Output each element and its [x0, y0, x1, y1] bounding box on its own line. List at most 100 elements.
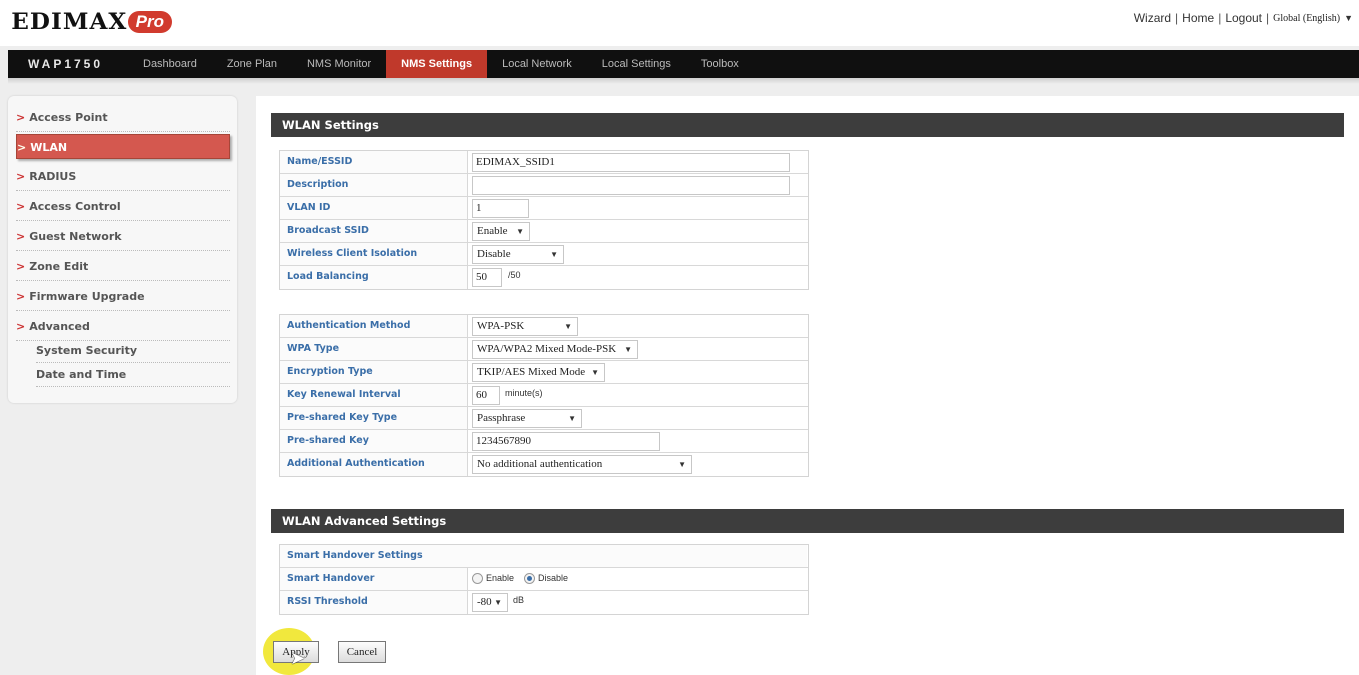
- field-label: WPA Type: [280, 338, 468, 360]
- load-balancing-input[interactable]: 50: [472, 268, 502, 287]
- select-value: Disable: [477, 248, 511, 260]
- chevron-down-icon: ▼: [591, 368, 599, 377]
- table-row: Authentication Method WPA-PSK ▼: [280, 315, 808, 338]
- field-label: Key Renewal Interval: [280, 384, 468, 406]
- sidebar-item-label: Access Control: [29, 200, 121, 213]
- enable-label: Enable: [486, 573, 515, 583]
- essid-input[interactable]: EDIMAX_SSID1: [472, 153, 790, 172]
- chevron-right-icon: >: [16, 290, 26, 303]
- language-select[interactable]: Global (English): [1273, 13, 1340, 24]
- rssi-threshold-select[interactable]: -80 ▼: [472, 593, 508, 612]
- brand-badge: Pro: [127, 11, 172, 33]
- chevron-down-icon: ▼: [550, 250, 558, 259]
- sidebar-item-zone-edit[interactable]: > Zone Edit: [16, 253, 230, 281]
- select-value: WPA-PSK: [477, 320, 525, 332]
- sidebar-item-radius[interactable]: > RADIUS: [16, 163, 230, 191]
- field-label: Name/ESSID: [280, 151, 468, 173]
- psk-type-select[interactable]: Passphrase ▼: [472, 409, 582, 428]
- nav-divider: [8, 78, 1359, 84]
- pre-shared-key-input[interactable]: 1234567890: [472, 432, 660, 451]
- description-input[interactable]: [472, 176, 790, 195]
- brand-name: EDIMAX: [11, 9, 128, 35]
- cancel-button[interactable]: Cancel: [338, 641, 386, 663]
- table-row: Smart Handover Enable Disable: [280, 568, 808, 591]
- tab-nms-monitor[interactable]: NMS Monitor: [292, 50, 386, 78]
- table-row: Broadcast SSID Enable ▼: [280, 220, 808, 243]
- table-row: Pre-shared Key 1234567890: [280, 430, 808, 453]
- field-label: Encryption Type: [280, 361, 468, 383]
- sidebar-item-guest-network[interactable]: > Guest Network: [16, 223, 230, 251]
- client-isolation-select[interactable]: Disable ▼: [472, 245, 564, 264]
- logout-link[interactable]: Logout: [1225, 11, 1262, 25]
- sidebar-item-advanced[interactable]: > Advanced: [16, 313, 230, 341]
- field-label: Additional Authentication: [280, 453, 468, 476]
- sidebar-subitem-date-and-time[interactable]: Date and Time: [36, 363, 230, 387]
- disable-label: Disable: [538, 573, 569, 583]
- tab-local-network[interactable]: Local Network: [487, 50, 587, 78]
- sidebar-item-firmware-upgrade[interactable]: > Firmware Upgrade: [16, 283, 230, 311]
- header: EDIMAX Pro Wizard | Home | Logout | Glob…: [0, 0, 1359, 46]
- mouse-pointer-icon: ➤: [290, 648, 306, 669]
- sidebar-subitem-system-security[interactable]: System Security: [36, 339, 230, 363]
- top-links: Wizard | Home | Logout | Global (English…: [1134, 11, 1353, 25]
- table-row: Description: [280, 174, 808, 197]
- smart-handover-disable-radio[interactable]: [524, 573, 535, 584]
- additional-auth-select[interactable]: No additional authentication ▼: [472, 455, 692, 474]
- table-row: Key Renewal Interval 60 minute(s): [280, 384, 808, 407]
- sidebar-item-label: Access Point: [29, 111, 108, 124]
- chevron-right-icon: >: [16, 200, 26, 213]
- chevron-down-icon[interactable]: ▼: [1344, 13, 1353, 23]
- chevron-down-icon: ▼: [494, 598, 502, 607]
- table-row: Smart Handover Settings: [280, 545, 808, 568]
- separator: |: [1175, 11, 1179, 25]
- wpa-type-select[interactable]: WPA/WPA2 Mixed Mode-PSK ▼: [472, 340, 638, 359]
- select-value: -80: [477, 596, 492, 608]
- wizard-link[interactable]: Wizard: [1134, 11, 1171, 25]
- sidebar-item-label: RADIUS: [29, 170, 77, 183]
- field-label: Smart Handover: [280, 568, 468, 590]
- field-label: Broadcast SSID: [280, 220, 468, 242]
- table-row: Wireless Client Isolation Disable ▼: [280, 243, 808, 266]
- sidebar-item-label: Zone Edit: [29, 260, 89, 273]
- chevron-right-icon: >: [16, 170, 26, 183]
- field-label: Load Balancing: [280, 266, 468, 289]
- tab-nms-settings[interactable]: NMS Settings: [386, 50, 488, 78]
- field-label: Pre-shared Key: [280, 430, 468, 452]
- chevron-down-icon: ▼: [624, 345, 632, 354]
- tab-toolbox[interactable]: Toolbox: [686, 50, 754, 78]
- field-label: Pre-shared Key Type: [280, 407, 468, 429]
- chevron-right-icon: >: [16, 320, 26, 333]
- smart-handover-heading: Smart Handover Settings: [280, 545, 807, 567]
- sidebar-item-wlan[interactable]: > WLAN: [16, 134, 230, 159]
- field-label: RSSI Threshold: [280, 591, 468, 614]
- encryption-type-select[interactable]: TKIP/AES Mixed Mode ▼: [472, 363, 605, 382]
- tab-zone-plan[interactable]: Zone Plan: [212, 50, 292, 78]
- main-content: WLAN Settings Name/ESSID EDIMAX_SSID1 De…: [256, 96, 1359, 675]
- load-balancing-max: /50: [508, 270, 521, 280]
- tab-local-settings[interactable]: Local Settings: [587, 50, 686, 78]
- select-value: Enable: [477, 225, 508, 237]
- key-renewal-unit: minute(s): [505, 388, 543, 398]
- wlan-settings-header: WLAN Settings: [271, 113, 1344, 137]
- tab-dashboard[interactable]: Dashboard: [128, 50, 212, 78]
- field-label: Description: [280, 174, 468, 196]
- key-renewal-input[interactable]: 60: [472, 386, 500, 405]
- chevron-down-icon: ▼: [564, 322, 572, 331]
- home-link[interactable]: Home: [1182, 11, 1214, 25]
- sidebar-item-access-control[interactable]: > Access Control: [16, 193, 230, 221]
- broadcast-ssid-select[interactable]: Enable ▼: [472, 222, 530, 241]
- table-row: Load Balancing 50/50: [280, 266, 808, 289]
- chevron-down-icon: ▼: [568, 414, 576, 423]
- auth-method-select[interactable]: WPA-PSK ▼: [472, 317, 578, 336]
- vlan-id-input[interactable]: 1: [472, 199, 529, 218]
- select-value: TKIP/AES Mixed Mode: [477, 366, 586, 378]
- sidebar: > Access Point > WLAN > RADIUS > Access Cont…: [8, 96, 237, 403]
- sidebar-item-access-point[interactable]: > Access Point: [16, 104, 230, 132]
- edimax-logo[interactable]: EDIMAX Pro: [11, 9, 172, 35]
- wlan-basic-table: Name/ESSID EDIMAX_SSID1 Description VLAN…: [279, 150, 809, 290]
- select-value: WPA/WPA2 Mixed Mode-PSK: [477, 343, 617, 355]
- chevron-down-icon: ▼: [678, 460, 686, 469]
- sidebar-item-label: Firmware Upgrade: [29, 290, 145, 303]
- smart-handover-enable-radio[interactable]: [472, 573, 483, 584]
- field-label: Authentication Method: [280, 315, 468, 337]
